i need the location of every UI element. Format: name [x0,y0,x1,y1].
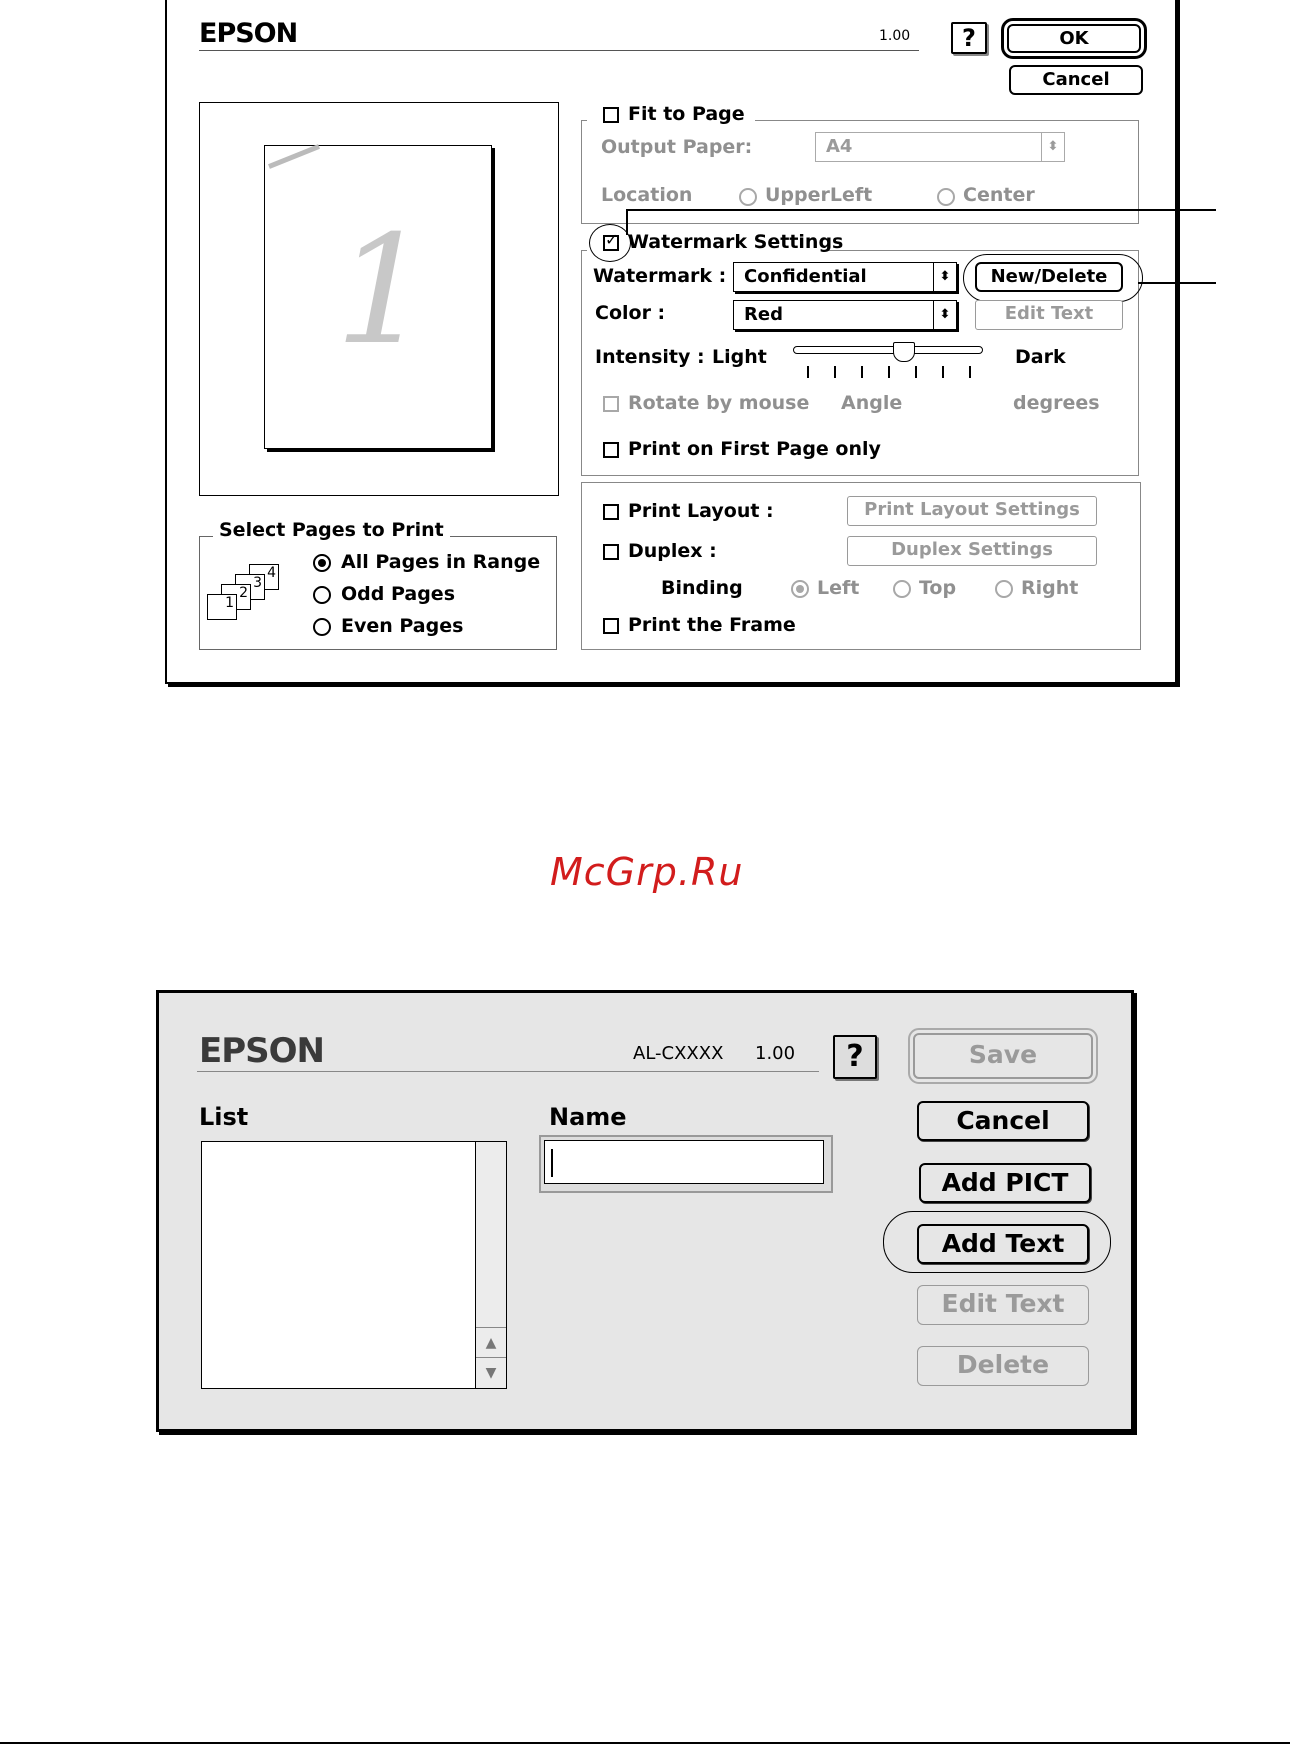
even-pages-radio[interactable] [313,618,331,636]
even-pages-label: Even Pages [341,615,464,637]
binding-right-label: Right [1021,577,1079,599]
page-preview-frame: 1 [199,102,559,496]
binding-top-radio[interactable] [893,580,911,598]
color-value: Red [744,304,783,325]
binding-left-label: Left [817,577,860,599]
epson-logo: EPSON [199,18,298,49]
select-pages-title: Select Pages to Print [213,519,450,541]
center-label: Center [963,184,1035,206]
watermark-list[interactable]: ▲ ▼ [201,1141,507,1389]
odd-pages-label: Odd Pages [341,583,455,605]
text-cursor [551,1149,553,1177]
watermark-preview-mark [268,144,320,169]
callout-line-2 [1138,282,1216,284]
output-paper-label: Output Paper: [601,136,753,158]
duplex-checkbox[interactable] [603,544,619,560]
color-select[interactable]: Red ⬍ [733,300,957,330]
binding-right-radio[interactable] [995,580,1013,598]
delete-button[interactable]: Delete [917,1346,1089,1386]
cancel-button[interactable]: Cancel [1009,65,1143,95]
page-number-preview: 1 [335,204,431,378]
epson-logo: EPSON [199,1031,325,1071]
slider-track [793,346,983,354]
location-label: Location [601,184,693,206]
intensity-light-label: Light [712,346,767,368]
rotate-by-mouse-checkbox[interactable] [603,396,619,412]
page-preview-sheet: 1 [264,144,492,449]
color-label: Color : [595,302,666,324]
print-frame-checkbox[interactable] [603,618,619,634]
title-rule [197,1071,819,1072]
cancel-button[interactable]: Cancel [917,1101,1089,1141]
callout-ring-checkbox [589,224,631,262]
intensity-dark-label: Dark [1015,346,1066,368]
print-layout-label: Print Layout : [628,500,774,522]
title-rule [199,50,919,51]
output-paper-select[interactable]: A4 ⬍ [815,132,1065,162]
list-scrollbar[interactable]: ▲ ▼ [475,1142,506,1388]
odd-pages-radio[interactable] [313,586,331,604]
version-label: 1.00 [755,1043,796,1064]
updown-arrows-icon: ⬍ [933,301,956,329]
binding-top-label: Top [919,577,957,599]
all-pages-radio[interactable] [313,554,331,572]
add-pict-button[interactable]: Add PICT [919,1163,1091,1203]
name-input[interactable] [544,1140,824,1184]
updown-arrows-icon: ⬍ [1041,133,1064,161]
scroll-up-icon[interactable]: ▲ [476,1327,506,1358]
help-button[interactable]: ? [833,1035,877,1079]
intensity-slider[interactable] [793,342,983,382]
watermark-settings-label: Watermark Settings [628,231,844,253]
all-pages-label: All Pages in Range [341,551,541,573]
pages-stack-icon: 4 3 2 1 [207,564,283,620]
duplex-settings-button[interactable]: Duplex Settings [847,536,1097,566]
slider-thumb[interactable] [893,342,915,362]
watermark-value: Confidential [744,266,867,287]
angle-label: Angle [841,392,903,414]
callout-line-1-drop [626,209,628,235]
binding-label: Binding [661,577,743,599]
duplex-label: Duplex : [628,540,717,562]
callout-ring-new-delete [963,254,1143,302]
callout-line-1 [626,209,1216,211]
intensity-label: Intensity : [595,346,705,368]
watermark-list-dialog: EPSON AL-CXXXX 1.00 ? Save Cancel Add PI… [156,990,1134,1432]
upperleft-radio[interactable] [739,188,757,206]
first-page-only-label: Print on First Page only [628,438,881,460]
edit-text-button[interactable]: Edit Text [917,1285,1089,1325]
print-layout-settings-button[interactable]: Print Layout Settings [847,496,1097,526]
save-button[interactable]: Save [908,1028,1098,1084]
model-label: AL-CXXXX [633,1043,724,1064]
updown-arrows-icon: ⬍ [933,263,956,291]
layout-dialog: EPSON 1.00 ? OK Cancel 1 Select Pages to… [165,0,1177,684]
site-watermark-text: McGrp.Ru [550,850,744,894]
help-button[interactable]: ? [951,22,987,54]
list-label: List [199,1103,249,1131]
version-label: 1.00 [879,28,911,44]
name-field-frame [539,1135,833,1193]
print-frame-label: Print the Frame [628,614,796,636]
scroll-down-icon[interactable]: ▼ [476,1357,506,1388]
center-radio[interactable] [937,188,955,206]
fit-to-page-label: Fit to Page [628,103,745,125]
rotate-by-mouse-label: Rotate by mouse [628,392,810,414]
ok-button[interactable]: OK [1001,18,1147,59]
edit-text-button[interactable]: Edit Text [975,300,1123,330]
output-paper-value: A4 [826,136,853,157]
name-label: Name [549,1103,627,1131]
fit-to-page-checkbox[interactable] [603,107,619,123]
first-page-only-checkbox[interactable] [603,442,619,458]
watermark-select[interactable]: Confidential ⬍ [733,262,957,292]
slider-ticks [807,366,981,378]
watermark-label: Watermark : [593,265,727,287]
binding-left-radio[interactable] [791,580,809,598]
callout-ring-add-text [883,1211,1111,1273]
degrees-label: degrees [1013,392,1100,414]
upperleft-label: UpperLeft [765,184,873,206]
print-layout-checkbox[interactable] [603,504,619,520]
